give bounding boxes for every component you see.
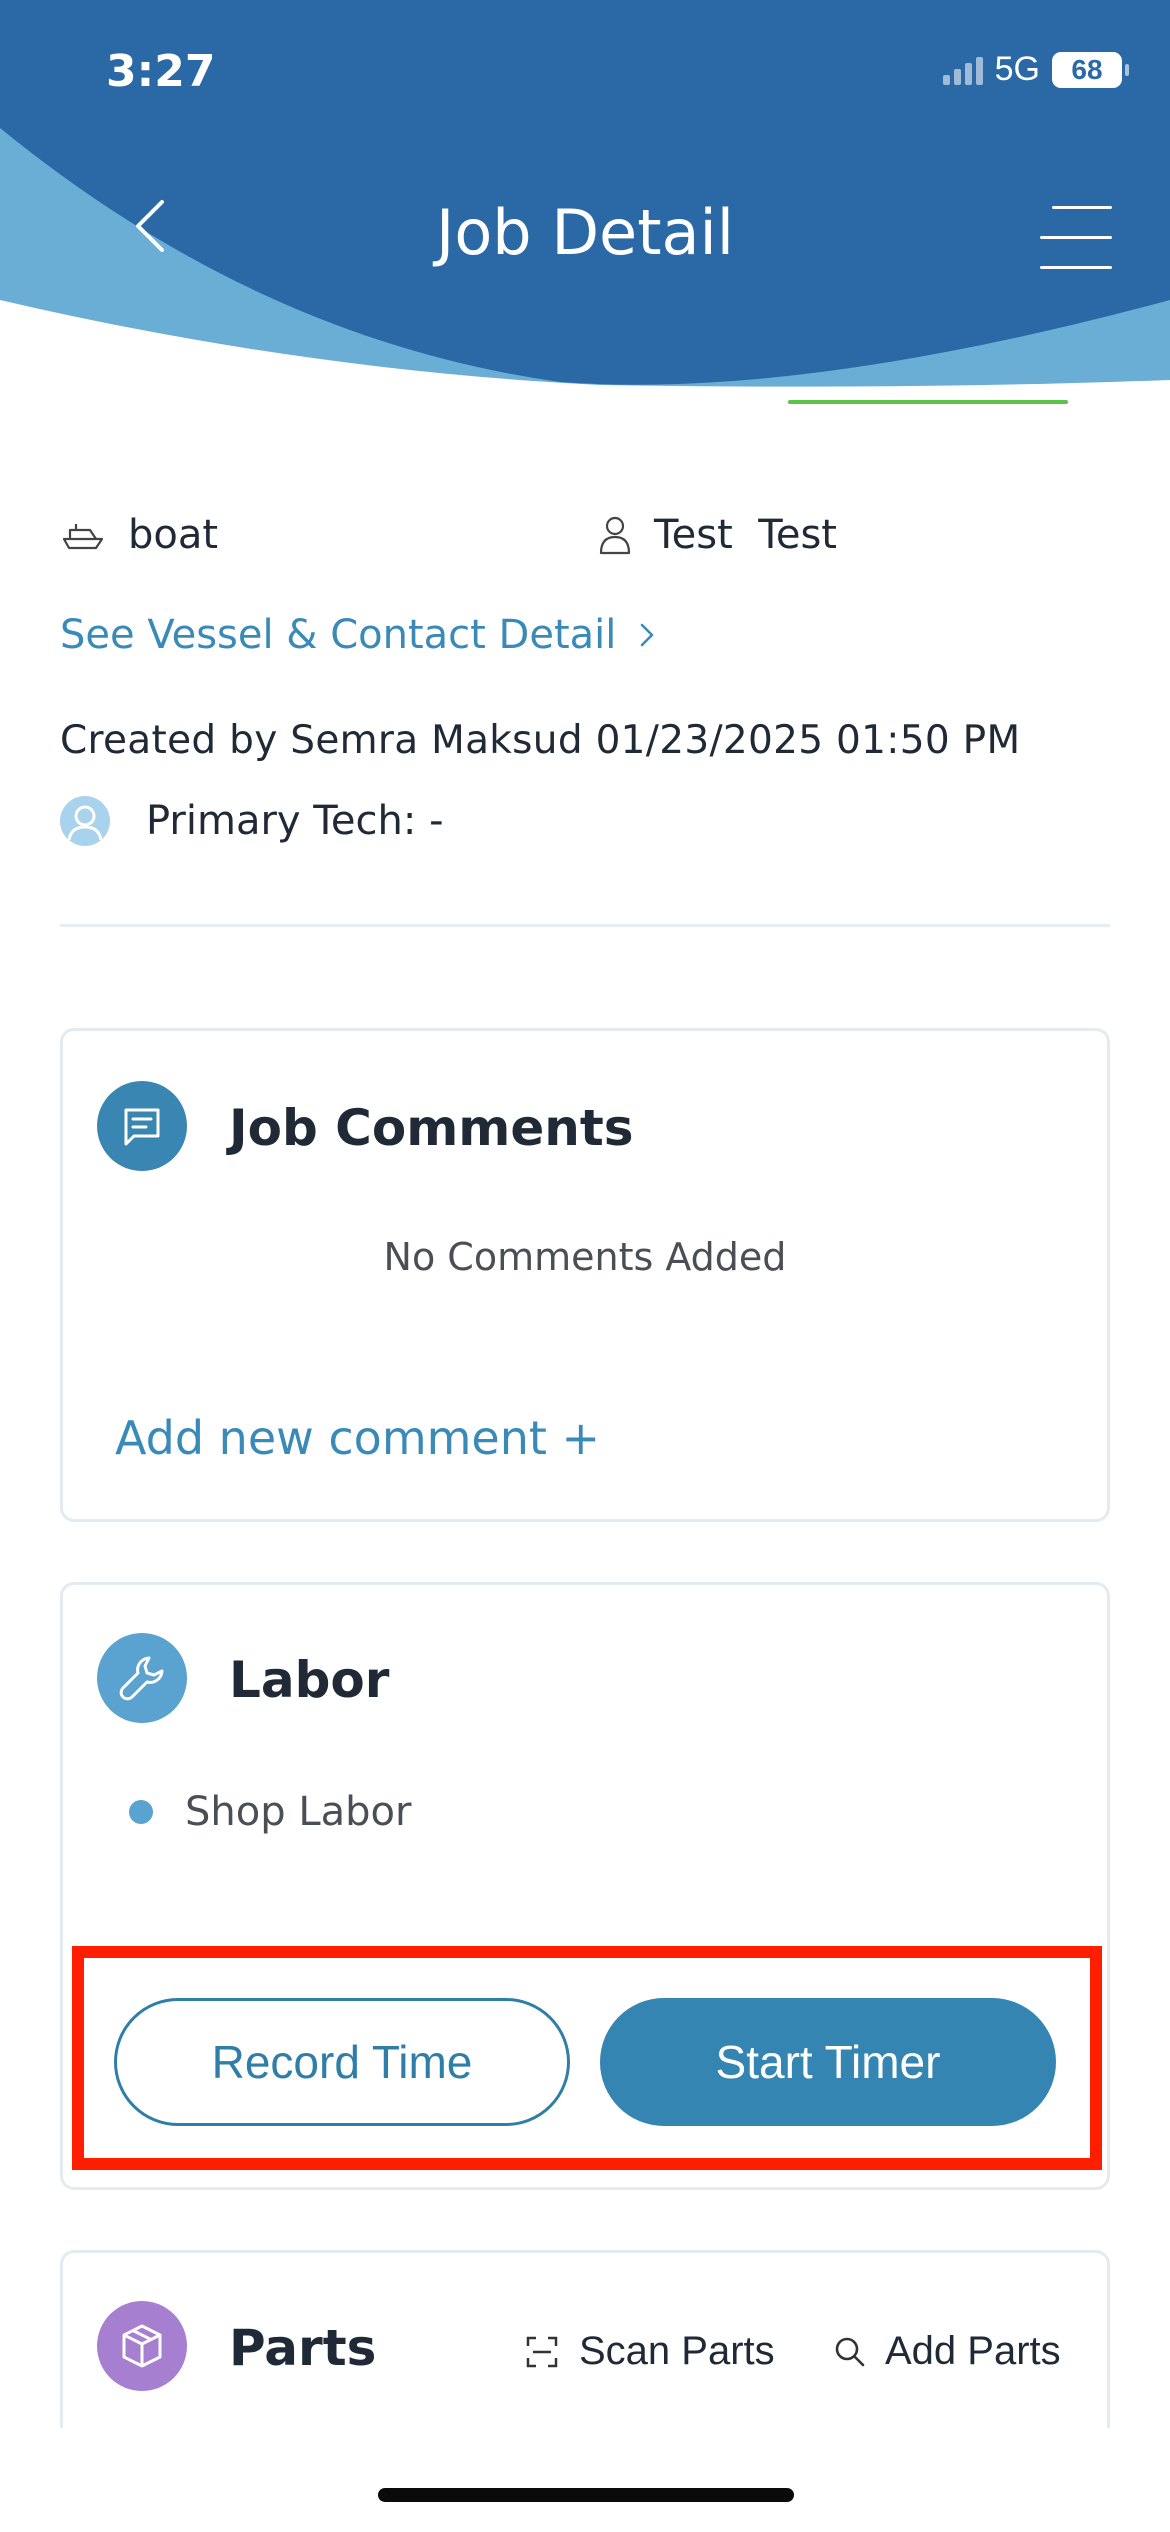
search-icon	[835, 2337, 865, 2366]
job-comments-title: Job Comments	[229, 1099, 634, 1157]
created-by-text: Created by Semra Maksud 01/23/2025 01:50…	[60, 718, 1021, 763]
record-time-button[interactable]: Record Time	[114, 1998, 570, 2126]
person-icon	[599, 516, 631, 555]
add-parts-label: Add Parts	[885, 2329, 1061, 2373]
add-parts-button[interactable]: Add Parts	[833, 2329, 1061, 2374]
scan-icon	[526, 2336, 558, 2367]
see-vessel-contact-link[interactable]: See Vessel & Contact Detail	[60, 612, 656, 658]
job-comments-card: Job Comments No Comments Added Add new c…	[60, 1028, 1110, 1522]
parts-title: Parts	[229, 2319, 377, 2377]
cellular-signal-icon	[942, 55, 983, 85]
bottom-safe-area	[0, 2428, 1170, 2532]
scan-parts-button[interactable]: Scan Parts	[525, 2329, 775, 2374]
no-comments-text: No Comments Added	[383, 1235, 787, 1279]
labor-title: Labor	[229, 1651, 390, 1709]
battery-icon: 68	[1052, 51, 1129, 88]
section-divider	[60, 924, 1110, 927]
scan-parts-label: Scan Parts	[579, 2329, 775, 2373]
chevron-right-icon	[641, 623, 654, 647]
see-vessel-contact-label: See Vessel & Contact Detail	[60, 612, 617, 658]
box-icon	[97, 2301, 187, 2391]
primary-tech: Primary Tech: -	[60, 796, 444, 846]
job-info-row: boat Test Test	[60, 512, 1110, 562]
contact-info: Test Test	[598, 512, 837, 558]
primary-tech-label: Primary Tech: -	[146, 798, 444, 844]
contact-name: Test Test	[654, 512, 837, 558]
status-indicators: 5G 68	[942, 50, 1129, 89]
status-accent-line	[788, 400, 1068, 404]
boat-icon	[62, 524, 104, 550]
vessel-info: boat	[60, 512, 218, 558]
vessel-name: boat	[128, 512, 219, 558]
avatar-icon	[60, 796, 110, 846]
network-type: 5G	[994, 50, 1040, 88]
comment-icon	[97, 1081, 187, 1171]
battery-level: 68	[1071, 53, 1103, 85]
wrench-icon	[97, 1633, 187, 1723]
list-item: Shop Labor	[129, 1789, 411, 1835]
app-header: 3:27 5G 68 Job Detail	[0, 0, 1170, 420]
status-time: 3:27	[106, 46, 216, 97]
home-indicator[interactable]	[378, 2488, 794, 2502]
bullet-icon	[129, 1800, 153, 1824]
add-comment-link[interactable]: Add new comment +	[115, 1411, 600, 1465]
start-timer-button[interactable]: Start Timer	[600, 1998, 1056, 2126]
menu-button[interactable]	[1040, 202, 1112, 272]
labor-item-label: Shop Labor	[185, 1789, 412, 1835]
page-title: Job Detail	[436, 196, 734, 269]
